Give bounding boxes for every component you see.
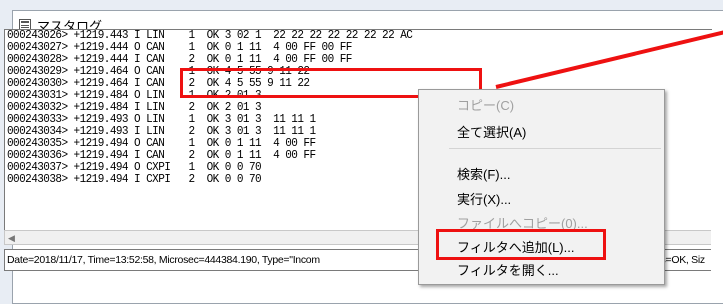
highlight-box-menu-item: [436, 229, 606, 260]
menu-item-select-all[interactable]: 全て選択(A): [457, 122, 526, 141]
log-lines: 000243026> +1219.443 I LIN 1 OK 3 02 1 2…: [7, 30, 429, 186]
scroll-left-arrow-icon[interactable]: ◀: [8, 233, 15, 243]
menu-separator: [449, 148, 661, 149]
menu-item-open-filter[interactable]: フィルタを開く...: [457, 260, 559, 279]
menu-item-execute[interactable]: 実行(X)...: [457, 189, 511, 208]
detail-text: Date=2018/11/17, Time=13:52:58, Microsec…: [7, 254, 320, 266]
menu-item-copy[interactable]: コピー(C): [457, 95, 514, 114]
log-line[interactable]: 000243038> +1219.494 I CXPI 2 OK 0 0 70: [7, 174, 412, 186]
menu-item-search[interactable]: 検索(F)...: [457, 164, 510, 183]
